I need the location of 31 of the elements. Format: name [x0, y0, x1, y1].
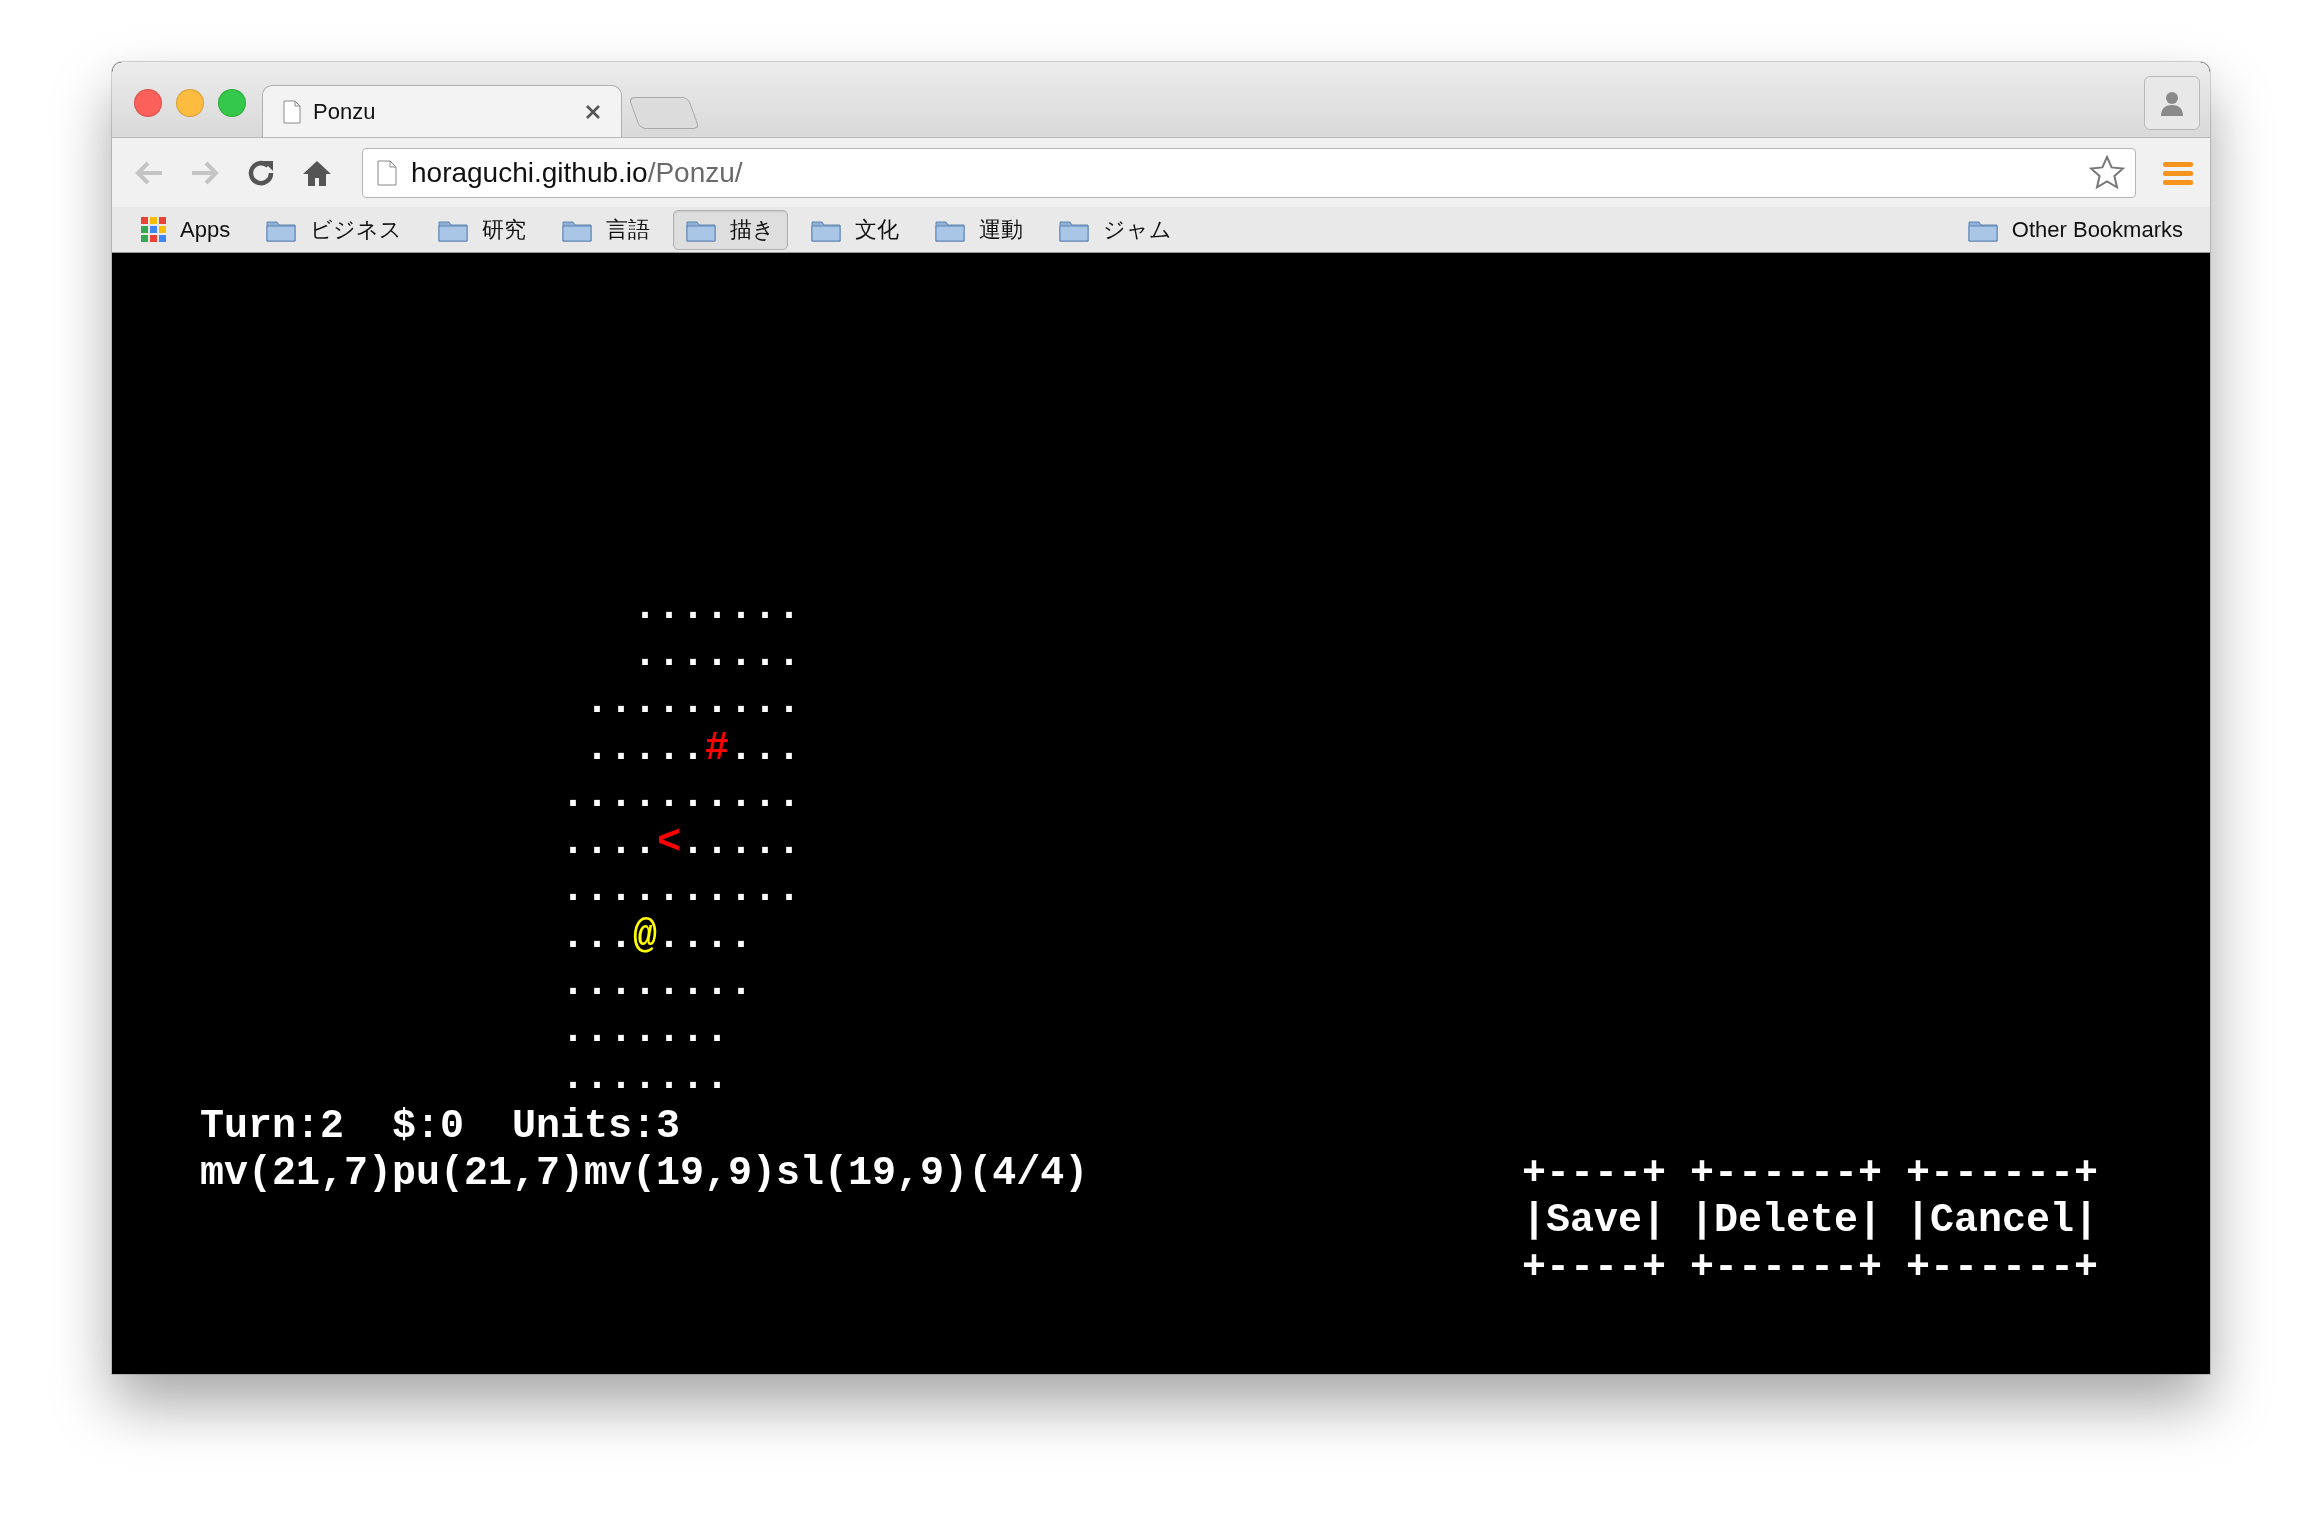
bookmark-item[interactable]: 言語 [549, 209, 664, 250]
close-button[interactable] [134, 89, 162, 117]
browser-tab[interactable]: Ponzu [262, 85, 622, 137]
close-icon[interactable] [585, 103, 601, 120]
zoom-button[interactable] [218, 89, 246, 117]
home-icon[interactable] [302, 158, 332, 187]
ascii-map: ....... ....... ......... .....#... .......... ....<..... .......... ...@.... ........ ....... ....... [561, 584, 802, 1101]
tab-title: Ponzu [313, 98, 377, 125]
bookmark-item[interactable]: Apps [128, 209, 244, 250]
bookmark-item[interactable]: ジャム [1046, 209, 1186, 250]
bookmark-item[interactable]: Other Bookmarks [1954, 209, 2196, 250]
bookmark-item[interactable]: 文化 [798, 209, 913, 250]
bookmark-item[interactable]: 運動 [922, 209, 1037, 250]
status-text: Turn:2 $:0 Units:3 [200, 1103, 681, 1150]
command-log: mv(21,7)pu(21,7)mv(19,9)sl(19,9)(4/4) [200, 1150, 1089, 1197]
url-path: /Ponzu/ [647, 156, 743, 188]
menu-icon[interactable] [2162, 159, 2194, 186]
star-icon[interactable] [2089, 154, 2125, 191]
minimize-button[interactable] [176, 89, 204, 117]
url-host: horaguchi.github.io [411, 156, 648, 188]
page-icon [283, 99, 301, 124]
person-icon [2159, 90, 2185, 116]
bookmark-item[interactable]: ビジネス [253, 209, 416, 250]
apps-grid-icon [141, 217, 166, 242]
bookmark-item[interactable]: 描き [673, 209, 789, 250]
profile-button[interactable] [2144, 76, 2200, 130]
page-icon [377, 159, 397, 186]
address-field[interactable]: horaguchi.github.io/Ponzu/ [362, 147, 2136, 198]
back-arrow-icon[interactable] [134, 159, 164, 186]
bookmark-item[interactable]: 研究 [425, 209, 540, 250]
forward-arrow-icon[interactable] [190, 159, 220, 186]
